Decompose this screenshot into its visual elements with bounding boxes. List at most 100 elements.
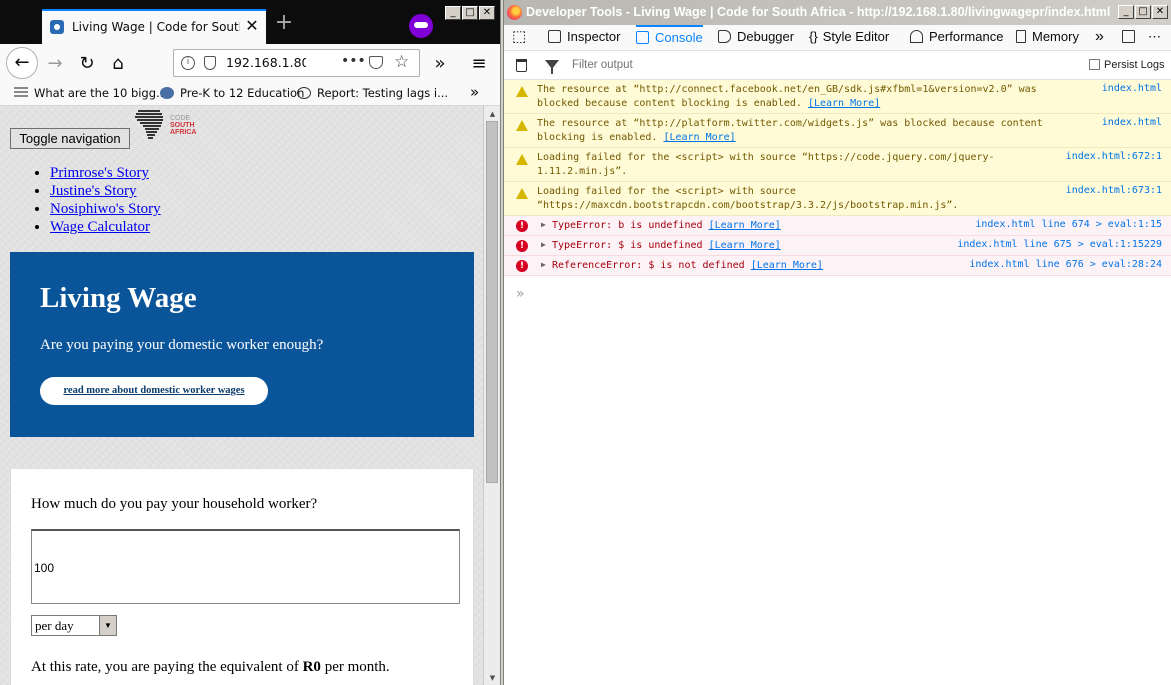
home-button[interactable]: ⌂ <box>104 52 132 76</box>
expand-twisty-icon[interactable]: ▶ <box>541 220 549 229</box>
element-picker-icon[interactable]: ⬚ <box>512 25 526 51</box>
tab-performance[interactable]: Performance <box>910 25 1003 51</box>
devtools-options-icon[interactable]: ⋯ <box>1148 25 1161 51</box>
console-error-message[interactable]: ! ▶ ReferenceError: $ is not defined [Le… <box>504 256 1171 276</box>
url-bar[interactable]: i 192.168.1.80 ••• ☆ <box>173 49 420 77</box>
expand-twisty-icon[interactable]: ▶ <box>541 240 549 249</box>
persist-logs-checkbox[interactable]: Persist Logs <box>1089 59 1169 75</box>
filter-output-input[interactable]: Filter output <box>572 59 872 75</box>
dock-frame-icon <box>1122 30 1135 43</box>
nav-link-nosiphiwo[interactable]: Nosiphiwo's Story <box>50 201 161 217</box>
pocket-icon[interactable] <box>369 56 383 69</box>
back-button[interactable]: ← <box>6 47 38 79</box>
globe-icon <box>297 87 311 99</box>
devtools-maximize-button[interactable]: □ <box>1135 5 1151 19</box>
bookmarks-overflow-icon[interactable]: » <box>470 83 479 101</box>
message-source-link[interactable]: index.html <box>1102 117 1162 128</box>
tab-style-editor[interactable]: {} Style Editor <box>809 25 889 51</box>
tracking-shield-icon[interactable] <box>204 56 216 70</box>
console-warning-message: The resource at “http://platform.twitter… <box>504 114 1171 148</box>
url-text[interactable]: 192.168.1.80 <box>226 55 306 71</box>
private-browsing-icon <box>409 14 433 38</box>
console-error-message[interactable]: ! ▶ TypeError: $ is undefined [Learn Mor… <box>504 236 1171 256</box>
nav-item: Primrose's Story <box>50 164 330 182</box>
firefox-logo-icon <box>507 5 522 20</box>
bookmark-item[interactable]: Pre-K to 12 Education <box>160 86 304 102</box>
message-source-link[interactable]: index.html line 675 > eval:1:15229 <box>957 239 1162 250</box>
bookmarks-toolbar: What are the 10 bigg... Pre-K to 12 Educ… <box>0 82 500 106</box>
nav-link-primrose[interactable]: Primrose's Story <box>50 165 149 181</box>
error-icon: ! <box>516 220 528 232</box>
message-source-link[interactable]: index.html:673:1 <box>1066 185 1162 196</box>
maximize-button[interactable]: □ <box>462 6 478 20</box>
inspector-icon <box>548 30 561 43</box>
expand-twisty-icon[interactable]: ▶ <box>541 260 549 269</box>
browser-tab[interactable]: Living Wage | Code for South Africa ✕ <box>42 9 266 44</box>
console-input-prompt[interactable]: » <box>516 286 536 302</box>
devtools-minimize-button[interactable]: _ <box>1118 5 1134 19</box>
page-scrollbar[interactable]: ▲ ▼ <box>483 106 500 685</box>
console-error-message[interactable]: ! ▶ TypeError: b is undefined [Learn Mor… <box>504 216 1171 236</box>
bookmark-item[interactable]: What are the 10 bigg... <box>14 86 167 102</box>
minimize-button[interactable]: _ <box>445 6 461 20</box>
site-info-icon[interactable]: i <box>181 56 195 70</box>
overflow-chevron-icon[interactable]: » <box>426 52 454 76</box>
tab-label: Memory <box>1032 29 1079 44</box>
console-output: The resource at “http://connect.facebook… <box>504 80 1171 685</box>
tab-strip: Living Wage | Code for South Africa ✕ + … <box>0 0 500 44</box>
message-text: TypeError: $ is undefined [Learn More] <box>552 239 972 253</box>
message-source-link[interactable]: index.html <box>1102 83 1162 94</box>
warning-icon <box>516 85 528 97</box>
page-actions-icon[interactable]: ••• <box>341 53 366 71</box>
message-body: The resource at “http://connect.facebook… <box>537 84 1037 109</box>
read-more-button[interactable]: read more about domestic worker wages <box>40 377 268 405</box>
message-text: TypeError: b is undefined [Learn More] <box>552 219 972 233</box>
learn-more-link[interactable]: [Learn More] <box>751 260 823 271</box>
tab-inspector[interactable]: Inspector <box>548 25 620 51</box>
dock-options-icon[interactable] <box>1122 25 1141 51</box>
tab-label: Performance <box>929 29 1004 44</box>
education-icon <box>160 87 174 99</box>
learn-more-link[interactable]: [Learn More] <box>808 98 880 109</box>
menu-hamburger-icon[interactable]: ≡ <box>465 52 493 76</box>
reload-button[interactable]: ↻ <box>73 52 101 76</box>
message-source-link[interactable]: index.html line 676 > eval:28:24 <box>969 259 1162 270</box>
close-window-button[interactable]: ✕ <box>479 6 495 20</box>
nav-link-justine[interactable]: Justine's Story <box>50 183 136 199</box>
message-body: The resource at “http://platform.twitter… <box>537 118 1043 143</box>
tab-memory[interactable]: Memory <box>1016 25 1079 51</box>
scroll-up-icon[interactable]: ▲ <box>487 108 498 120</box>
nav-item: Nosiphiwo's Story <box>50 200 330 218</box>
new-tab-button[interactable]: + <box>272 12 296 36</box>
more-tools-chevron-icon[interactable]: » <box>1095 25 1104 51</box>
nav-link-wage-calculator[interactable]: Wage Calculator <box>50 219 150 235</box>
dropdown-arrow-icon[interactable]: ▼ <box>99 616 116 635</box>
tab-console[interactable]: Console <box>636 25 703 51</box>
pay-period-select[interactable]: per day ▼ <box>31 615 117 636</box>
scrollbar-thumb[interactable] <box>486 121 498 483</box>
forward-button[interactable]: → <box>41 52 69 76</box>
code-for-south-africa-logo[interactable]: CODE SOUTH AFRICA <box>134 108 204 144</box>
hero-banner: Living Wage Are you paying your domestic… <box>10 252 474 437</box>
debugger-icon <box>718 30 731 43</box>
console-warning-message: Loading failed for the <script> with sou… <box>504 182 1171 216</box>
toggle-navigation-button[interactable]: Toggle navigation <box>10 128 130 149</box>
monthly-equivalent-text: At this rate, you are paying the equival… <box>31 659 461 679</box>
warning-icon <box>516 153 528 165</box>
bookmark-star-icon[interactable]: ☆ <box>394 52 412 72</box>
scroll-down-icon[interactable]: ▼ <box>487 672 498 684</box>
bookmark-item[interactable]: Report: Testing lags i... <box>297 86 448 102</box>
clear-console-icon[interactable] <box>516 59 527 72</box>
learn-more-link[interactable]: [Learn More] <box>709 220 781 231</box>
close-tab-icon[interactable]: ✕ <box>243 16 261 36</box>
learn-more-link[interactable]: [Learn More] <box>663 132 735 143</box>
tab-title: Living Wage | Code for South Africa <box>72 20 240 34</box>
wage-amount-input[interactable]: 100 <box>31 529 460 604</box>
learn-more-link[interactable]: [Learn More] <box>709 240 781 251</box>
devtools-close-button[interactable]: ✕ <box>1152 5 1168 19</box>
logo-text: AFRICA <box>170 129 196 136</box>
message-source-link[interactable]: index.html:672:1 <box>1066 151 1162 162</box>
message-source-link[interactable]: index.html line 674 > eval:1:15 <box>975 219 1162 230</box>
tab-debugger[interactable]: Debugger <box>718 25 794 51</box>
checkbox-box[interactable] <box>1089 59 1100 70</box>
